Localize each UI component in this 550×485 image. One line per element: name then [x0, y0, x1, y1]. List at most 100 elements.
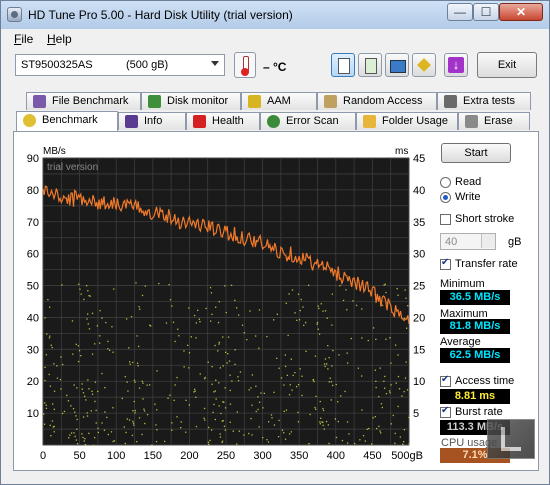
spinner-down-button[interactable]	[481, 241, 495, 248]
access-time-point	[319, 421, 321, 423]
access-time-point	[225, 351, 227, 353]
copy-text-button[interactable]	[331, 53, 355, 77]
average-label: Average	[440, 336, 481, 348]
access-time-point	[224, 387, 226, 389]
access-time-point	[44, 402, 46, 404]
access-time-point	[368, 427, 370, 430]
y-right-tick-label: 40	[413, 185, 425, 197]
access-time-point	[324, 365, 326, 368]
access-time-point	[76, 428, 78, 430]
menu-help[interactable]: Help	[47, 32, 72, 46]
drive-select[interactable]: ST9500325AS (500 gB)	[15, 54, 225, 76]
tab-random-access[interactable]: Random Access	[317, 92, 437, 110]
access-time-point	[384, 375, 386, 378]
access-time-point	[222, 365, 224, 367]
tab-health[interactable]: Health	[186, 112, 260, 130]
access-time-point	[288, 433, 291, 435]
tab-disk-monitor[interactable]: Disk monitor	[141, 92, 241, 110]
short-stroke-label: Short stroke	[455, 213, 515, 225]
read-radio[interactable]	[440, 177, 451, 188]
access-time-point	[361, 375, 363, 377]
access-time-point	[328, 442, 330, 445]
write-radio[interactable]	[440, 192, 451, 203]
access-time-point	[62, 363, 64, 366]
download-button[interactable]: ↓	[444, 53, 468, 77]
y-left-tick-label: 30	[27, 344, 39, 356]
tab-label: File Benchmark	[52, 95, 129, 107]
health-cross-icon	[193, 115, 206, 128]
tab-extra-tests[interactable]: Extra tests	[437, 92, 531, 110]
burst-rate-checkbox[interactable]	[440, 405, 451, 418]
access-time-point	[225, 311, 227, 314]
transfer-rate-checkbox[interactable]	[440, 257, 451, 270]
access-time-point	[177, 328, 179, 330]
access-time-point	[86, 415, 89, 417]
tab-benchmark[interactable]: Benchmark	[16, 111, 118, 131]
read-label: Read	[455, 176, 482, 188]
short-stroke-spinner[interactable]: 40	[440, 233, 496, 250]
access-time-point	[49, 424, 51, 426]
access-time-point	[195, 425, 198, 428]
access-time-point	[190, 336, 192, 338]
access-time-point	[96, 325, 98, 327]
access-time-point	[374, 369, 376, 371]
access-time-point	[88, 328, 91, 330]
access-time-point	[61, 284, 63, 286]
short-stroke-checkbox[interactable]	[440, 214, 451, 225]
access-time-point	[229, 421, 231, 423]
access-time-point	[243, 434, 245, 436]
access-time-point	[211, 429, 213, 431]
access-time-point	[315, 408, 317, 410]
burst-rate-label: Burst rate	[455, 406, 503, 418]
access-time-point	[60, 356, 62, 358]
minimize-button[interactable]: —	[447, 3, 473, 21]
access-time-point	[408, 416, 410, 419]
access-time-point	[44, 379, 46, 382]
tab-row-bottom: Benchmark Info Health Error Scan Folder …	[1, 111, 549, 131]
save-button[interactable]	[385, 53, 409, 77]
thermometer-icon[interactable]	[234, 52, 256, 78]
access-time-point	[390, 423, 392, 425]
title-bar[interactable]: HD Tune Pro 5.00 - Hard Disk Utility (tr…	[1, 1, 549, 29]
access-time-point	[258, 309, 261, 311]
tab-folder-usage[interactable]: Folder Usage	[356, 112, 458, 130]
options-button[interactable]	[412, 53, 436, 77]
access-time-point	[50, 435, 52, 437]
access-time-point	[246, 339, 248, 341]
x-tick-label: 500gB	[391, 450, 423, 462]
access-time-point	[79, 288, 81, 290]
menu-file[interactable]: File	[14, 32, 33, 46]
access-time-point	[210, 320, 212, 322]
access-time-point	[273, 319, 275, 321]
access-time-point	[81, 388, 83, 390]
exit-button[interactable]: Exit	[477, 52, 537, 78]
tab-erase[interactable]: Erase	[458, 112, 530, 130]
tab-error-scan[interactable]: Error Scan	[260, 112, 356, 130]
access-time-point	[91, 312, 94, 314]
access-time-point	[297, 293, 300, 295]
access-time-point	[164, 440, 166, 443]
access-time-point	[299, 309, 301, 312]
tab-aam[interactable]: AAM	[241, 92, 317, 110]
access-time-point	[53, 408, 55, 410]
tab-info[interactable]: Info	[118, 112, 186, 130]
access-time-point	[234, 299, 236, 301]
close-button[interactable]: ✕	[499, 3, 543, 21]
access-time-point	[87, 290, 89, 292]
access-time-point	[209, 287, 212, 289]
access-time-point	[268, 421, 270, 423]
start-button[interactable]: Start	[441, 143, 511, 163]
access-time-point	[68, 437, 70, 439]
maximize-button[interactable]: ☐	[473, 3, 499, 21]
access-time-checkbox[interactable]	[440, 374, 451, 387]
spinner-up-button[interactable]	[481, 234, 495, 241]
copy-screenshot-button[interactable]	[358, 53, 382, 77]
drive-name: ST9500325AS	[21, 59, 93, 71]
access-time-point	[404, 289, 406, 291]
access-time-point	[394, 442, 396, 444]
access-time-point	[111, 326, 113, 328]
access-time-point	[193, 314, 196, 317]
access-time-point	[158, 282, 160, 285]
tab-file-benchmark[interactable]: File Benchmark	[26, 92, 141, 110]
access-time-point	[124, 376, 126, 378]
